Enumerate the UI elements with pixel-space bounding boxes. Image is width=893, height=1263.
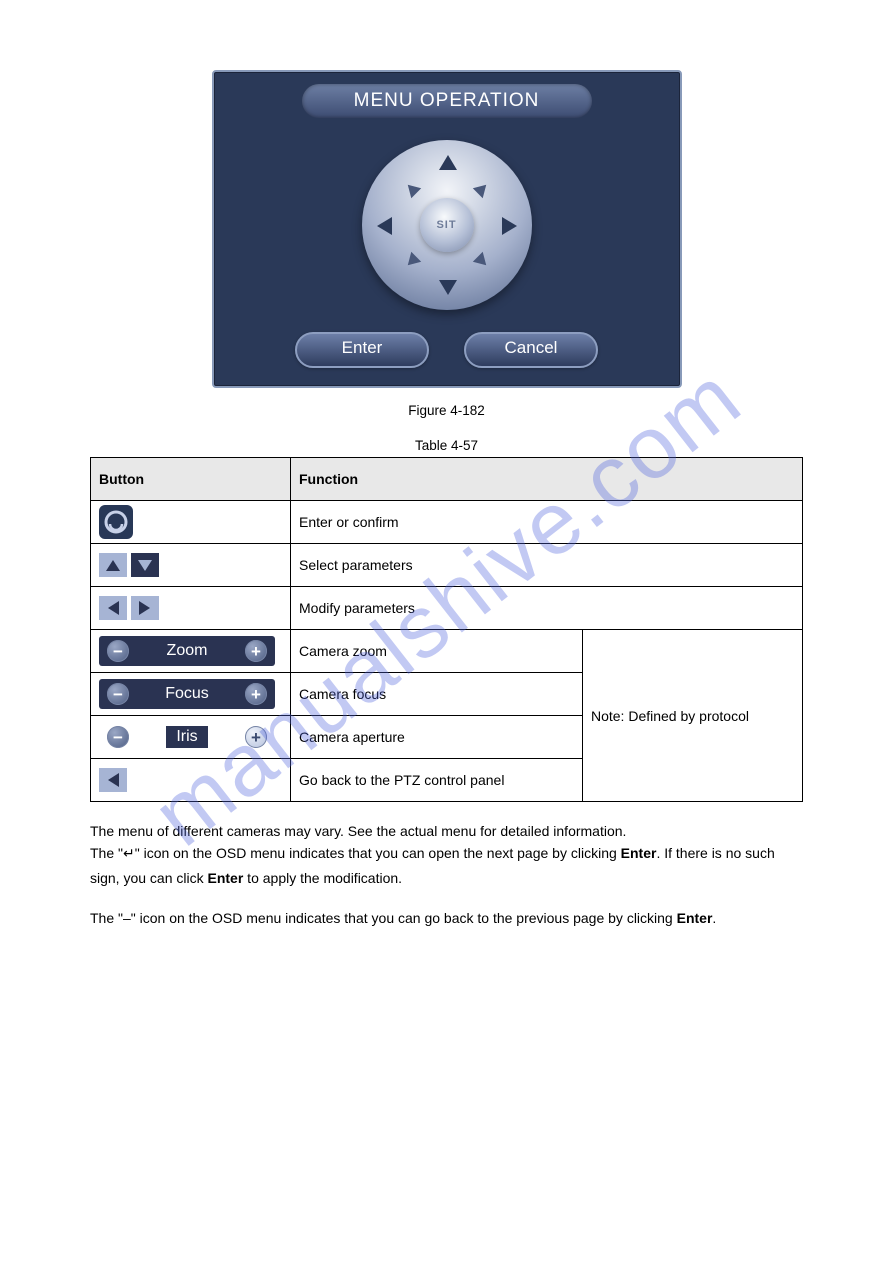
minus-icon: − — [107, 726, 129, 748]
iris-control: − Iris + — [99, 722, 275, 752]
col-button: Button — [91, 458, 291, 501]
minus-icon: − — [107, 640, 129, 662]
cancel-button[interactable]: Cancel — [464, 332, 598, 368]
arrow-right-icon — [131, 596, 159, 620]
arrow-left-icon[interactable] — [377, 217, 392, 235]
arrow-down-icon — [131, 553, 159, 577]
arrow-left-icon — [99, 596, 127, 620]
plus-icon: + — [245, 726, 267, 748]
col-function: Function — [291, 458, 803, 501]
arrow-right-icon[interactable] — [502, 217, 517, 235]
cell-function: Camera zoom — [291, 630, 583, 673]
cell-function: Camera aperture — [291, 716, 583, 759]
table-caption: Table 4-57 — [90, 438, 803, 453]
arrow-down-icon[interactable] — [439, 280, 457, 295]
zoom-control: − Zoom + — [99, 636, 275, 666]
cell-function: Enter or confirm — [291, 501, 803, 544]
table-row: Select parameters — [91, 544, 803, 587]
table-row: Enter or confirm — [91, 501, 803, 544]
operations-table: Button Function Enter or confirm Select … — [90, 457, 803, 802]
enter-button[interactable]: Enter — [295, 332, 429, 368]
focus-control: − Focus + — [99, 679, 275, 709]
cell-function: Select parameters — [291, 544, 803, 587]
enter-glyph-icon: ↵ — [123, 847, 135, 862]
arrow-left-icon — [99, 768, 127, 792]
sit-icon — [99, 505, 133, 539]
direction-pad[interactable]: SIT — [362, 140, 532, 310]
menu-operation-screenshot: MENU OPERATION SIT Enter Cancel — [212, 70, 682, 388]
arrow-up-icon[interactable] — [439, 155, 457, 170]
minus-icon: − — [107, 683, 129, 705]
plus-icon: + — [245, 640, 267, 662]
cell-function: Go back to the PTZ control panel — [291, 759, 583, 802]
figure-caption: Figure 4-182 — [90, 403, 803, 418]
cell-note: Note: Defined by protocol — [582, 630, 802, 802]
cell-function: Modify parameters — [291, 587, 803, 630]
dialog-title: MENU OPERATION — [302, 84, 592, 118]
table-row: Modify parameters — [91, 587, 803, 630]
table-row: − Zoom + Camera zoom Note: Defined by pr… — [91, 630, 803, 673]
cell-function: Camera focus — [291, 673, 583, 716]
body-paragraph-2: The "–" icon on the OSD menu indicates t… — [90, 907, 803, 929]
plus-icon: + — [245, 683, 267, 705]
arrow-up-icon — [99, 553, 127, 577]
sit-button[interactable]: SIT — [420, 198, 474, 252]
body-paragraph-1: The menu of different cameras may vary. … — [90, 820, 803, 889]
